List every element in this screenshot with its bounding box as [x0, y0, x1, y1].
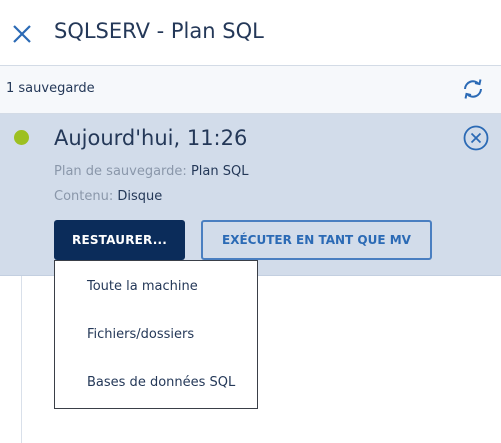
- close-icon[interactable]: [11, 23, 33, 45]
- content-key: Contenu:: [54, 189, 114, 204]
- run-as-vm-button[interactable]: EXÉCUTER EN TANT QUE MV: [201, 220, 432, 260]
- menu-item-entire-machine[interactable]: Toute la machine: [87, 279, 198, 294]
- backup-count-label: 1 sauvegarde: [6, 81, 95, 96]
- plan-key: Plan de sauvegarde:: [54, 164, 187, 179]
- content-line: Contenu: Disque: [54, 189, 162, 204]
- plan-line: Plan de sauvegarde: Plan SQL: [54, 164, 248, 179]
- status-dot: [14, 130, 29, 145]
- backup-date: Aujourd'hui, 11:26: [54, 126, 248, 150]
- close-circle-icon[interactable]: [463, 125, 489, 151]
- page-title: SQLSERV - Plan SQL: [54, 19, 264, 43]
- refresh-icon[interactable]: [461, 78, 485, 100]
- backup-count-bar: 1 sauvegarde: [0, 66, 501, 114]
- panel-header: SQLSERV - Plan SQL: [0, 0, 501, 66]
- menu-item-sql-databases[interactable]: Bases de données SQL: [87, 375, 235, 390]
- restore-button[interactable]: RESTAURER...: [54, 220, 185, 260]
- content-value: Disque: [117, 189, 163, 204]
- plan-value: Plan SQL: [190, 164, 249, 179]
- restore-dropdown-menu: Toute la machine Fichiers/dossiers Bases…: [54, 260, 258, 409]
- menu-item-files-folders[interactable]: Fichiers/dossiers: [87, 327, 194, 342]
